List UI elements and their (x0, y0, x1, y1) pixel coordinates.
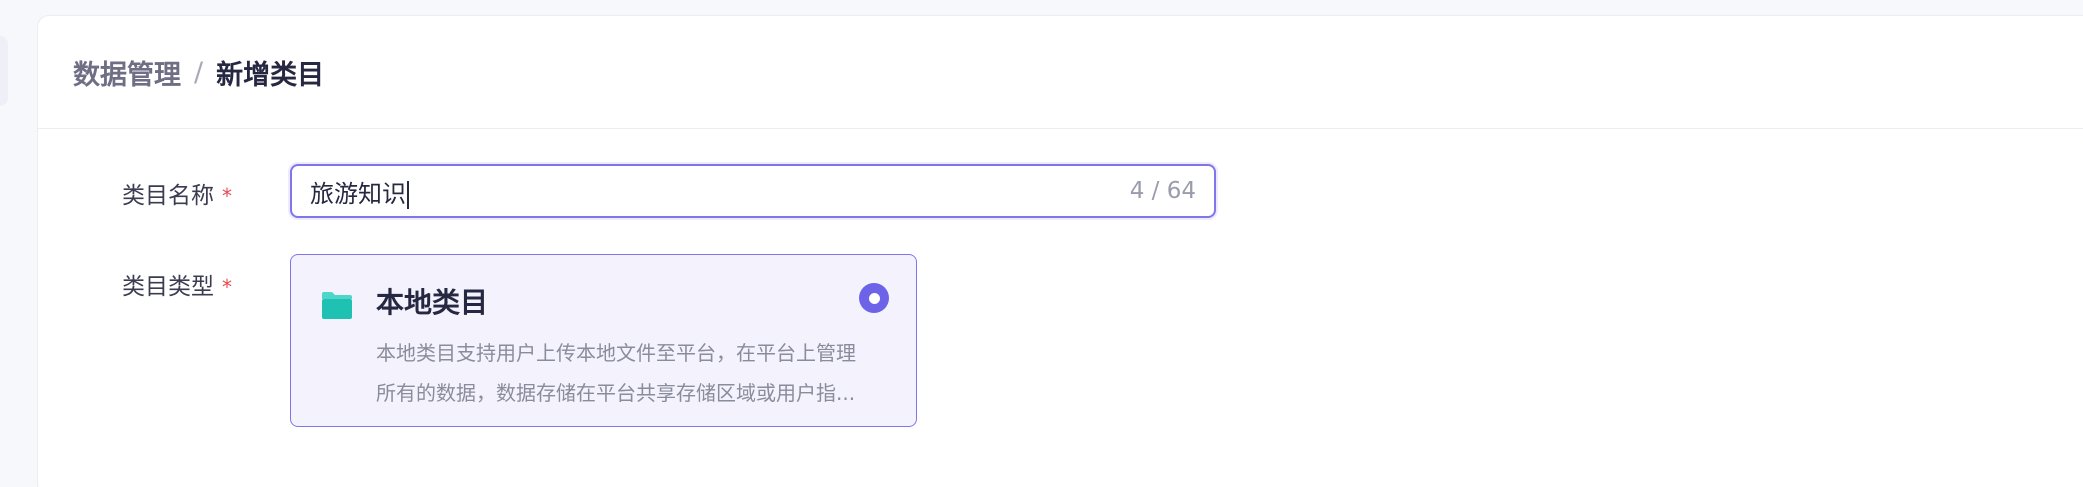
char-count: 4 / 64 (1129, 178, 1196, 204)
breadcrumb-parent[interactable]: 数据管理 (73, 53, 181, 92)
option-title: 本地类目 (376, 286, 489, 319)
breadcrumb: 数据管理 / 新增类目 (38, 16, 2083, 129)
option-description-line2: 所有的数据，数据存储在平台共享存储区域或用户指... (376, 381, 856, 405)
category-name-value[interactable]: 旅游知识 (310, 174, 1130, 209)
required-mark: * (222, 275, 232, 299)
category-type-label: 类目类型 * (122, 267, 232, 301)
option-description: 本地类目支持用户上传本地文件至平台，在平台上管理 所有的数据，数据存储在平台共享… (376, 333, 886, 413)
category-name-label-text: 类目名称 (122, 183, 214, 209)
folder-icon (322, 292, 352, 319)
radio-dot (868, 292, 880, 304)
option-description-line1: 本地类目支持用户上传本地文件至平台，在平台上管理 (376, 341, 856, 365)
text-caret (407, 180, 409, 209)
breadcrumb-current: 新增类目 (216, 59, 325, 91)
category-type-label-text: 类目类型 (122, 274, 214, 300)
sidebar-edge (0, 36, 8, 106)
required-mark: * (222, 184, 232, 208)
option-radio-selected[interactable] (859, 283, 889, 313)
category-name-label: 类目名称 * (122, 176, 232, 210)
local-category-option[interactable]: 本地类目 本地类目支持用户上传本地文件至平台，在平台上管理 所有的数据，数据存储… (290, 254, 917, 427)
category-name-input[interactable]: 旅游知识 4 / 64 (290, 164, 1216, 218)
breadcrumb-separator: / (194, 56, 204, 88)
category-name-text[interactable]: 旅游知识 (310, 180, 406, 208)
